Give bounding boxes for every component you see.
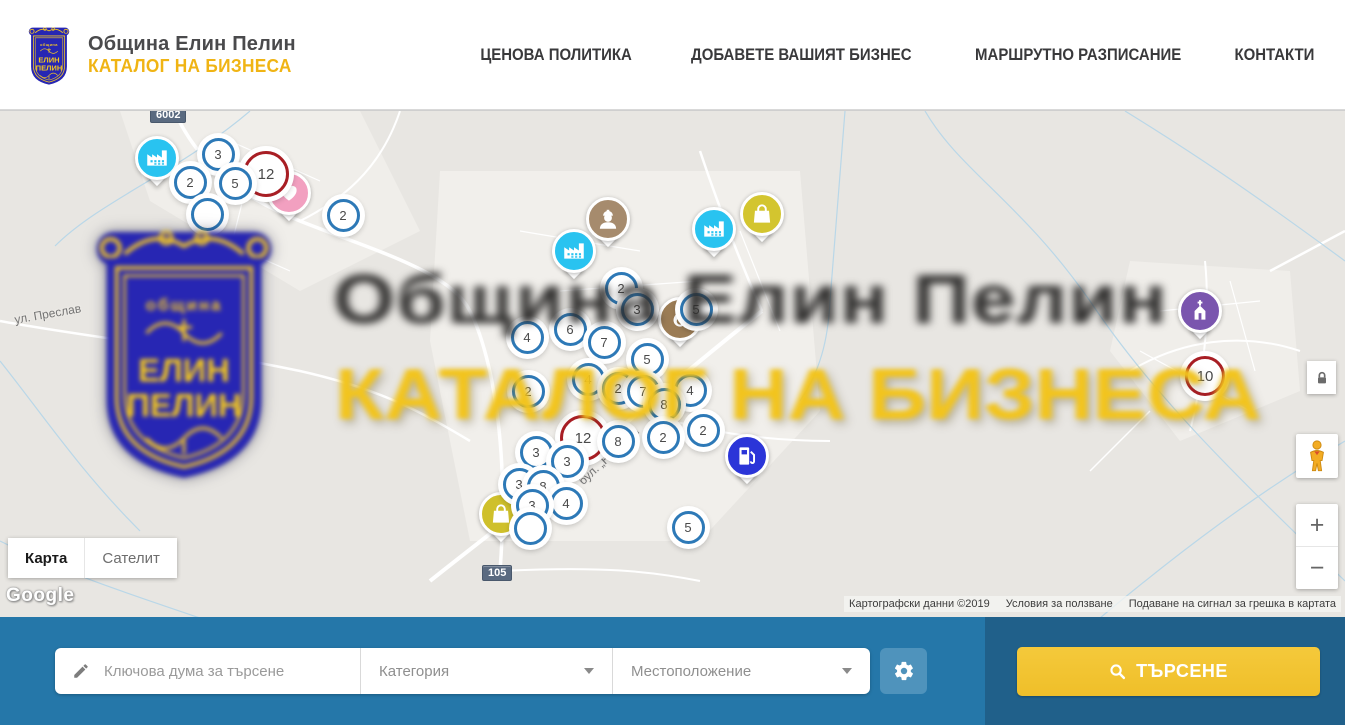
site-title: Община Елин Пелин (88, 33, 300, 56)
nav-add-your-business[interactable]: ДОБАВЕТЕ ВАШИЯТ БИЗНЕС (691, 45, 911, 65)
gear-icon (893, 660, 915, 682)
nav-pricing-policy[interactable]: ЦЕНОВА ПОЛИТИКА (480, 45, 631, 65)
search-submit-button[interactable]: ТЪРСЕНЕ (1017, 647, 1320, 696)
pegman-icon (1306, 440, 1328, 472)
map-type-toggle: Карта Сателит (8, 538, 177, 578)
keyword-field[interactable] (55, 648, 360, 694)
zoom-out-button[interactable]: − (1296, 547, 1338, 589)
main-nav: ЦЕНОВА ПОЛИТИКА ДОБАВЕТЕ ВАШИЯТ БИЗНЕС М… (470, 45, 1320, 65)
shopping-bag-pin[interactable] (740, 192, 784, 250)
chevron-down-icon (584, 668, 594, 674)
map-attribution: Картографски данни ©2019 Условия за полз… (844, 596, 1341, 612)
factory-icon (692, 207, 736, 251)
cluster-marker[interactable]: 3 (520, 436, 553, 469)
zoom-controls: + − (1296, 504, 1338, 589)
road-number-badge: 6002 (150, 110, 186, 123)
factory-pin[interactable] (135, 136, 179, 194)
search-icon (1109, 663, 1126, 680)
chevron-down-icon (842, 668, 852, 674)
zoom-in-button[interactable]: + (1296, 504, 1338, 547)
nav-route-schedule[interactable]: МАРШРУТНО РАЗПИСАНИЕ (975, 45, 1181, 65)
shopping-bag-icon (740, 192, 784, 236)
cluster-marker[interactable]: 2 (327, 199, 360, 232)
site-logo[interactable]: Община Елин Пелин КАТАЛОГ НА БИЗНЕСА (22, 24, 300, 86)
lock-icon (1314, 369, 1330, 387)
advanced-settings-button[interactable] (880, 648, 927, 694)
nav-contacts[interactable]: КОНТАКТИ (1235, 45, 1315, 65)
cluster-marker[interactable]: 4 (550, 487, 583, 520)
watermark-crest (85, 211, 283, 489)
fuel-pin[interactable] (725, 434, 769, 492)
search-fields: Категория Местоположение (55, 648, 870, 694)
category-select-label: Категория (379, 663, 449, 680)
fuel-icon (725, 434, 769, 478)
attribution-report-error-link[interactable]: Подаване на сигнал за грешка в картата (1129, 598, 1336, 610)
road-number-badge: 105 (482, 565, 512, 581)
map-type-map-button[interactable]: Карта (8, 538, 85, 578)
category-select[interactable]: Категория (361, 648, 612, 694)
map-type-satellite-button[interactable]: Сателит (85, 538, 177, 578)
church-icon (1178, 289, 1222, 333)
municipality-crest-icon (22, 24, 76, 86)
factory-pin[interactable] (692, 207, 736, 265)
watermark-title: Община Елин Пелин (333, 259, 1168, 339)
cluster-marker[interactable]: 5 (219, 167, 252, 200)
attribution-copyright: Картографски данни ©2019 (849, 598, 990, 610)
location-select[interactable]: Местоположение (613, 648, 870, 694)
cluster-marker[interactable]: 3 (551, 445, 584, 478)
app-header: Община Елин Пелин КАТАЛОГ НА БИЗНЕСА ЦЕН… (0, 0, 1345, 110)
search-bar: Категория Местоположение ТЪРСЕНЕ (0, 617, 1345, 725)
church-pin[interactable] (1178, 289, 1222, 347)
factory-icon (135, 136, 179, 180)
map-region[interactable]: 6002105ул. Преславбул. „Новосел (0, 110, 1345, 617)
cluster-marker[interactable]: 2 (174, 166, 207, 199)
street-view-pegman-button[interactable] (1296, 434, 1338, 478)
search-submit-label: ТЪРСЕНЕ (1136, 661, 1228, 682)
cluster-marker[interactable] (514, 512, 547, 545)
fullscreen-lock-button[interactable] (1307, 361, 1336, 394)
keyword-input[interactable] (104, 663, 360, 680)
cluster-marker[interactable]: 3 (202, 138, 235, 171)
location-select-label: Местоположение (631, 663, 751, 680)
pencil-icon (72, 662, 90, 680)
cluster-marker[interactable]: 5 (672, 511, 705, 544)
google-logo: Google (6, 585, 74, 607)
page: община ЕЛИН ПЕЛИН Община Елин Пелин КАТА… (0, 0, 1345, 725)
attribution-terms-link[interactable]: Условия за ползване (1006, 598, 1113, 610)
watermark-subtitle: КАТАЛОГ НА БИЗНЕСА (335, 354, 1261, 436)
site-subtitle: КАТАЛОГ НА БИЗНЕСА (88, 56, 292, 77)
